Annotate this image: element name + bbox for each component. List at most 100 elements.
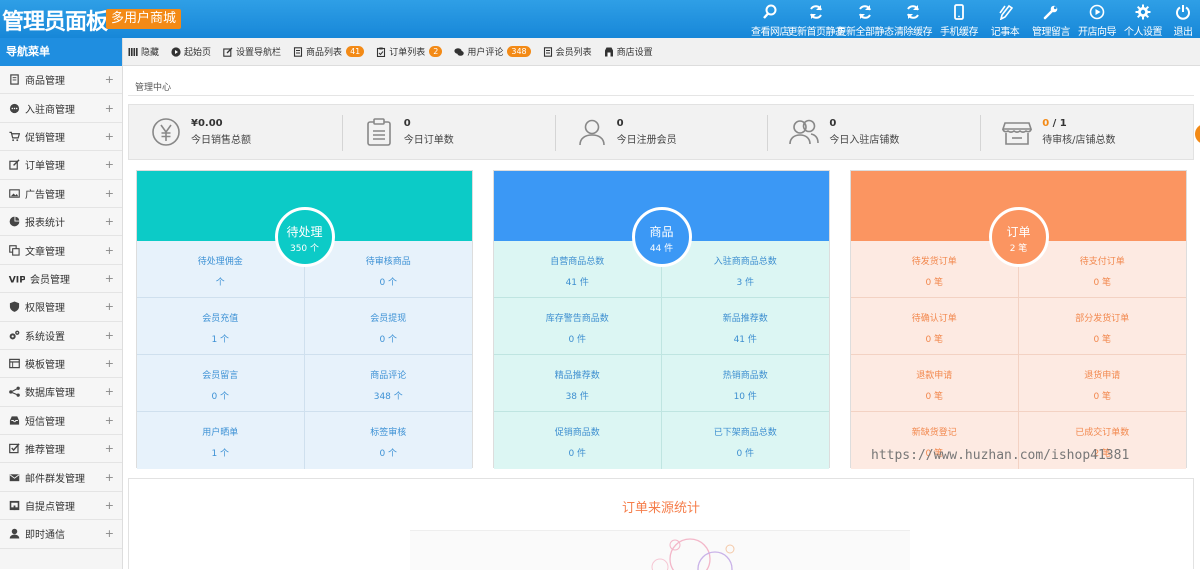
divider (128, 95, 1194, 96)
sidebar-item-products[interactable]: 商品管理 + (0, 66, 122, 95)
users-icon (789, 119, 820, 145)
return-requests[interactable]: 退货申请 0 笔 (1018, 355, 1186, 412)
sidebar: 导航菜单 商品管理 + 入驻商管理 + 促销管理 + 订单管理 + 广告管理 + 报表统计… (0, 38, 123, 569)
watermark: https://www.huzhan.com/ishop41381 (871, 448, 1130, 463)
sidebar-heading: 导航菜单 (0, 38, 122, 66)
list-icon (543, 46, 552, 57)
comments-icon (454, 47, 465, 56)
pie-icon (8, 216, 20, 228)
clipboard-icon (377, 47, 386, 57)
tab-user-comments[interactable]: 用户评论 348 (454, 45, 531, 58)
template-icon (8, 358, 20, 370)
expand-icon: + (104, 328, 114, 342)
top-nav-messages[interactable]: 管理留言 (1028, 0, 1074, 38)
expand-icon: + (104, 470, 114, 484)
sidebar-item-recommend[interactable]: 推荐管理 + (0, 435, 122, 464)
search-icon (762, 3, 778, 21)
panel-pending-circle: 待处理 350 个 (274, 207, 335, 267)
tab-shop-settings[interactable]: 商店设置 (604, 45, 653, 58)
sidebar-item-email[interactable]: 邮件群发管理 + (0, 463, 122, 492)
count-badge: 2 (429, 46, 443, 57)
sidebar-item-system[interactable]: 系统设置 + (0, 321, 122, 350)
clipboard-icon (366, 118, 391, 146)
top-nav-mobile-cache[interactable]: 手机缓存 (936, 0, 982, 38)
refresh-icon (857, 3, 873, 21)
sidebar-item-database[interactable]: 数据库管理 + (0, 378, 122, 407)
top-nav-personal-settings[interactable]: 个人设置 (1120, 0, 1166, 38)
top-nav-clear-cache[interactable]: 清除缓存 (890, 0, 936, 38)
bubble-decoration (651, 538, 735, 570)
new-recommended[interactable]: 新品推荐数 41 件 (661, 298, 829, 355)
top-nav-logout[interactable]: 退出 (1166, 0, 1200, 38)
panel-orders: 订单 2 笔 待发货订单 0 笔 待支付订单 0 笔 待确认订单 0 笔 部分发货订单 0… (850, 170, 1187, 469)
expand-icon: + (104, 186, 114, 200)
tab-hide[interactable]: 隐藏 (128, 45, 159, 58)
tab-member-list[interactable]: 会员列表 (543, 45, 592, 58)
top-nav-update-home[interactable]: 更新首页静态 (788, 0, 845, 38)
offline-products[interactable]: 已下架商品总数 0 件 (662, 412, 830, 469)
sidebar-item-sms[interactable]: 短信管理 + (0, 406, 122, 436)
gears-icon (8, 329, 20, 341)
top-nav-shop-wizard[interactable]: 开店向导 (1074, 0, 1120, 38)
member-recharge[interactable]: 会员充值 1 个 (137, 298, 305, 355)
sidebar-item-pickup[interactable]: 自提点管理 + (0, 491, 122, 521)
sidebar-item-permissions[interactable]: 权限管理 + (0, 293, 122, 322)
sidebar-item-reports[interactable]: 报表统计 + (0, 207, 122, 237)
orders-partial-shipped[interactable]: 部分发货订单 0 笔 (1018, 298, 1186, 355)
top-nav-update-all[interactable]: 更新全部静态 (837, 0, 894, 38)
order-source-chart (410, 530, 910, 570)
inbox-icon (8, 414, 20, 426)
cart-icon (8, 130, 20, 142)
tab-order-list[interactable]: 订单列表 2 (376, 45, 443, 58)
low-stock-products[interactable]: 库存警告商品数 0 件 (494, 298, 662, 355)
store-icon (1002, 122, 1033, 145)
top-nav-notepad[interactable]: 记事本 (982, 0, 1028, 38)
columns-icon (128, 47, 138, 56)
product-comments[interactable]: 商品评论 348 个 (304, 355, 472, 412)
sidebar-item-ads[interactable]: 广告管理 + (0, 179, 122, 208)
refund-requests[interactable]: 退款申请 0 笔 (851, 355, 1019, 412)
best-recommended[interactable]: 精品推荐数 38 件 (494, 355, 662, 412)
expand-icon: + (104, 215, 114, 229)
stat-pending-shops: 0 / 1 待审核/店铺总数 (980, 105, 1193, 159)
sidebar-item-orders[interactable]: 订单管理 + (0, 151, 122, 180)
order-source-section: 订单来源统计 (128, 478, 1194, 570)
stat-new-members: 0 今日注册会员 (554, 105, 768, 159)
count-badge: 348 (507, 46, 531, 57)
tab-product-list[interactable]: 商品列表 41 (293, 45, 365, 58)
user-icon (8, 528, 20, 540)
expand-icon: + (104, 129, 114, 143)
expand-icon: + (104, 243, 114, 257)
tab-nav-settings[interactable]: 设置导航栏 (223, 45, 281, 58)
sidebar-item-merchants[interactable]: 入驻商管理 + (0, 94, 122, 123)
promo-products[interactable]: 促销商品数 0 件 (494, 412, 662, 469)
sidebar-item-promotions[interactable]: 促销管理 + (0, 122, 122, 152)
order-source-title: 订单来源统计 (621, 501, 700, 516)
main-content: 管理中心 ¥0.00 今日销售总额 0 今日订单数 0 今日注册会员 0 今日入驻店铺数… (123, 66, 1200, 570)
user-icon (578, 119, 605, 146)
member-messages[interactable]: 会员留言 0 个 (137, 355, 305, 412)
expand-icon: + (104, 442, 114, 456)
expand-icon: + (104, 357, 114, 371)
edit-icon (8, 159, 20, 171)
user-showcase[interactable]: 用户晒单 1 个 (137, 412, 305, 469)
panel-pending: 待处理 350 个 待处理佣金个 待审核商品 0 个 会员充值 1 个 会员提现 0 个… (136, 170, 473, 469)
sidebar-item-templates[interactable]: 模板管理 + (0, 349, 122, 379)
sidebar-item-articles[interactable]: 文章管理 + (0, 236, 122, 265)
orders-to-confirm[interactable]: 待确认订单 0 笔 (851, 298, 1019, 355)
top-nav-view-shop[interactable]: 查看网店 (748, 0, 792, 38)
member-withdraw[interactable]: 会员提现 0 个 (304, 298, 472, 355)
expand-icon: + (104, 73, 114, 87)
copy-icon (8, 244, 20, 256)
expand-icon: + (104, 385, 114, 399)
gear-icon (1135, 3, 1151, 21)
power-icon (1175, 3, 1191, 21)
tag-review[interactable]: 标签审核 0 个 (305, 412, 473, 469)
expand-icon: + (104, 527, 114, 541)
sidebar-item-members[interactable]: VIP 会员管理 + (0, 264, 122, 294)
sidebar-item-im[interactable]: 即时通信 + (0, 520, 122, 549)
chat-icon (8, 102, 20, 114)
hot-products[interactable]: 热销商品数 10 件 (661, 355, 829, 412)
expand-icon: + (104, 271, 114, 285)
tab-start-page[interactable]: 起始页 (171, 45, 211, 58)
